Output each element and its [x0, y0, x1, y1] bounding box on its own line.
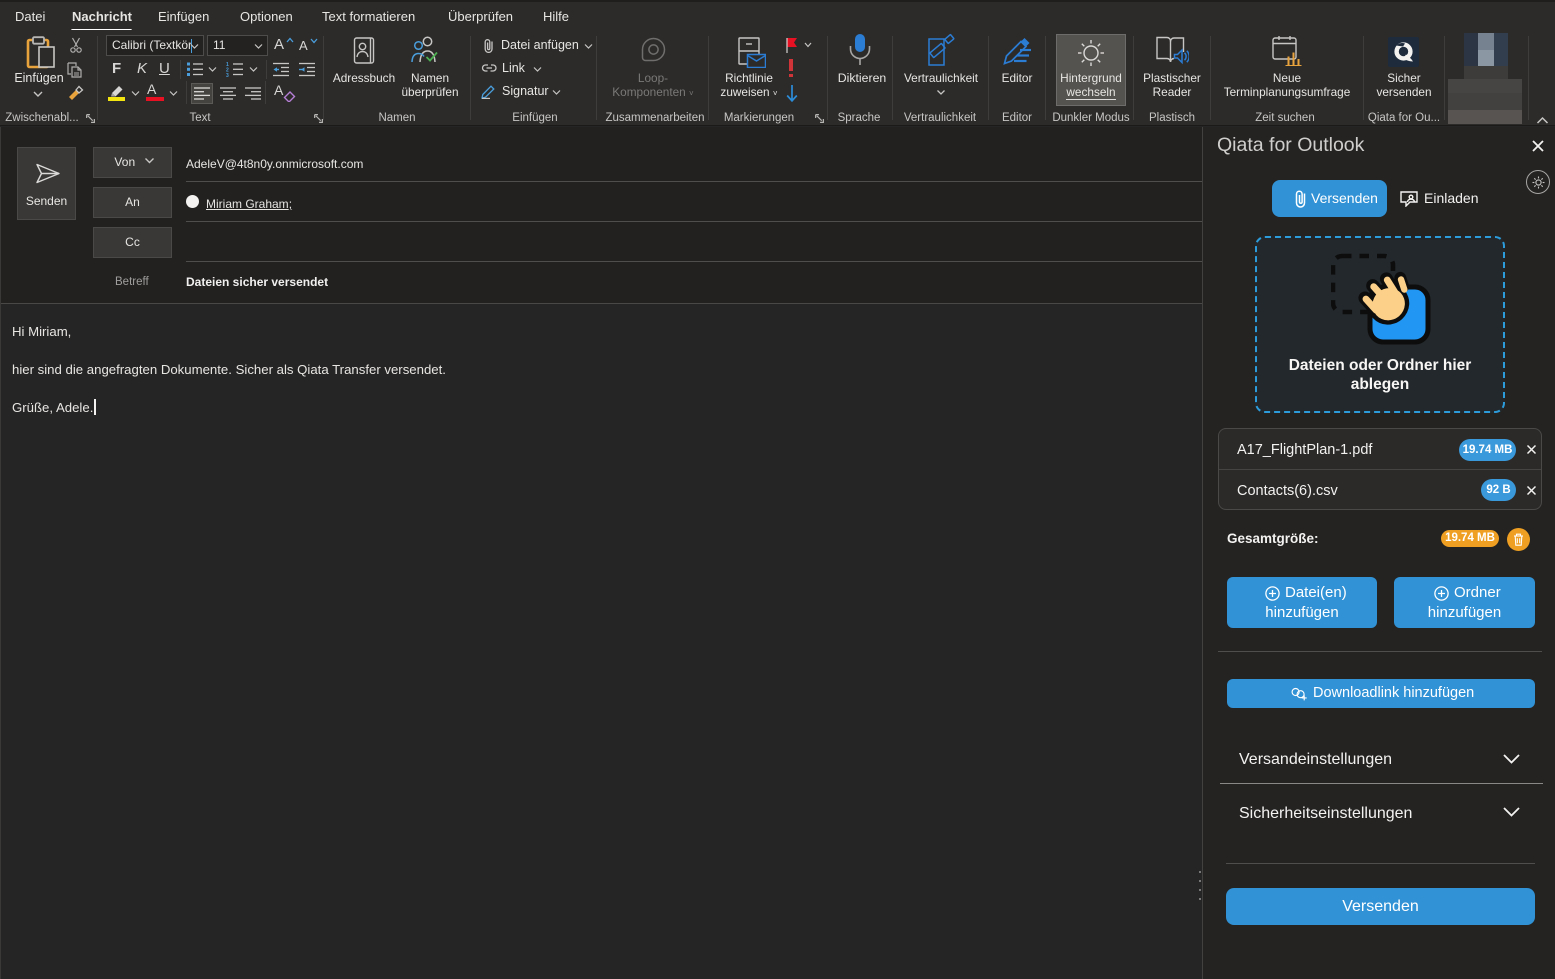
svg-text:3: 3 — [226, 73, 229, 77]
